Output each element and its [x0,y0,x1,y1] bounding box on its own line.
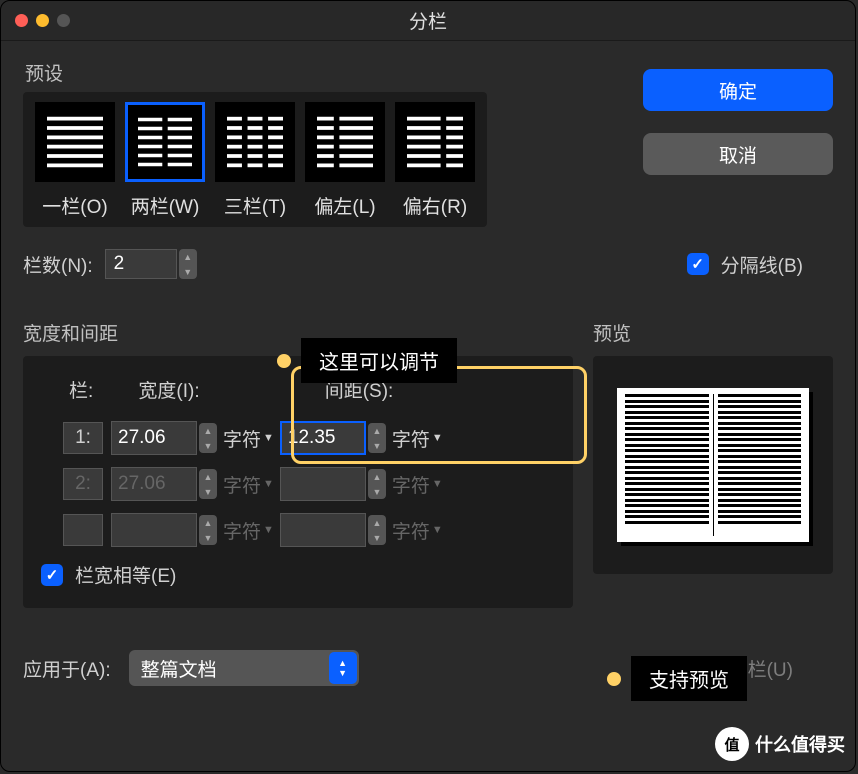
row-1-spacing-up[interactable]: ▲ [368,423,386,438]
column-count-label: 栏数(N): [23,251,93,278]
column-count-input[interactable] [105,249,177,279]
preset-one-column-icon[interactable] [35,102,115,182]
row-3-spacing-down: ▼ [368,530,386,545]
col-header-column: 栏: [41,376,109,403]
separator-checkbox[interactable]: ✓ [687,253,709,275]
preset-box: 一栏(O) 两栏(W) 三栏(T) [23,92,487,227]
width-spacing-label: 宽度和间距 [23,319,573,346]
titlebar: 分栏 [1,1,855,41]
preset-two-column-icon[interactable] [125,102,205,182]
preset-label: 预设 [25,59,487,86]
row-3-spacing-input [280,513,366,547]
apply-to-select[interactable]: 整篇文档 ▲ ▼ [129,650,359,686]
preview-page-icon [617,388,809,542]
preview-box [593,356,833,574]
row-1-width-down[interactable]: ▼ [199,438,217,453]
window-title: 分栏 [1,7,855,34]
row-2-spacing-unit: 字符▼ [386,471,449,498]
preset-one-label: 一栏(O) [42,192,107,219]
row-2-width-down: ▼ [199,484,217,499]
row-3-spacing-up: ▲ [368,515,386,530]
preset-three-label: 三栏(T) [224,192,286,219]
row-1-width-unit[interactable]: 字符▼ [217,425,280,452]
row-3-width-up: ▲ [199,515,217,530]
width-spacing-box: 栏: 宽度(I): 间距(S): 1: ▲▼ 字符▼ [23,356,573,608]
watermark-icon: 值 [715,727,749,761]
preset-two-label: 两栏(W) [131,192,200,219]
col-header-width: 宽度(I): [109,376,229,403]
watermark-text: 什么值得买 [755,731,845,757]
row-1-width-up[interactable]: ▲ [199,423,217,438]
column-count-down[interactable]: ▼ [179,264,197,279]
row-1-index: 1: [63,422,103,454]
row-1-width-input[interactable] [111,421,197,455]
row-3-spacing-unit: 字符▼ [386,517,449,544]
preset-left-label: 偏左(L) [314,192,375,219]
watermark: 值 什么值得买 [715,727,845,761]
equal-width-checkbox[interactable]: ✓ [41,564,63,586]
row-3-width-unit: 字符▼ [217,517,280,544]
tooltip-preview: 支持预览 [631,656,747,701]
row-2-spacing-input [280,467,366,501]
row-2-width-unit: 字符▼ [217,471,280,498]
equal-width-label: 栏宽相等(E) [75,561,176,588]
preset-right-label: 偏右(R) [403,192,467,219]
column-count-up[interactable]: ▲ [179,249,197,264]
separator-label: 分隔线(B) [721,251,803,278]
preview-label: 预览 [593,319,833,346]
row-2-spacing-up: ▲ [368,469,386,484]
row-1-spacing-down[interactable]: ▼ [368,438,386,453]
row-3-width-down: ▼ [199,530,217,545]
select-arrow-icon: ▲ ▼ [329,652,357,684]
tooltip-adjust: 这里可以调节 [301,338,457,383]
row-2-index: 2: [63,468,103,500]
row-2-spacing-down: ▼ [368,484,386,499]
ok-button[interactable]: 确定 [643,69,833,111]
apply-to-label: 应用于(A): [23,655,111,682]
row-2-width-up: ▲ [199,469,217,484]
row-1-spacing-unit[interactable]: 字符▼ [386,425,449,452]
row-3-index [63,514,103,546]
preset-right-column-icon[interactable] [395,102,475,182]
cancel-button[interactable]: 取消 [643,133,833,175]
row-1-spacing-input[interactable] [280,421,366,455]
preset-left-column-icon[interactable] [305,102,385,182]
row-2-width-input [111,467,197,501]
row-3-width-input [111,513,197,547]
preset-three-column-icon[interactable] [215,102,295,182]
